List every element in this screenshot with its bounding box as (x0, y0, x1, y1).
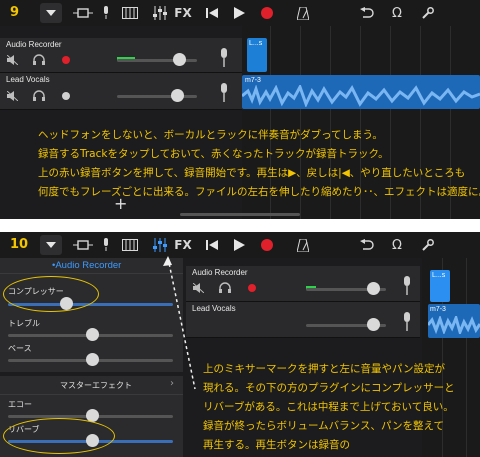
rewind-icon[interactable] (206, 236, 218, 254)
volume-knob[interactable] (367, 282, 380, 295)
keyboard-icon[interactable] (122, 4, 138, 22)
track-header-audio-recorder[interactable]: Audio Recorder (186, 266, 420, 302)
caption-line: 上のミキサーマークを押すと左に音量やパン設定が (203, 363, 446, 375)
metronome-icon[interactable] (296, 236, 310, 254)
play-icon[interactable] (233, 4, 245, 22)
undo-icon[interactable] (360, 236, 374, 254)
volume-knob[interactable] (173, 53, 186, 66)
caption-line: リバーブがある。これは中程まで上げておいて良い。 (203, 401, 454, 413)
record-button[interactable] (261, 239, 273, 251)
step10-panel: 10 FX Ω •Audio Recorder コンプレッサー トレブル ベース… (0, 232, 480, 457)
track-name: Lead Vocals (6, 75, 50, 84)
control-bar: 10 FX Ω (0, 232, 480, 258)
chevron-down-icon (45, 236, 57, 254)
caption-line: 上の赤い録音ボタンを押して、録音開始です。再生は▶、戻しは|◀、やり直したいとこ… (38, 167, 466, 179)
grid-line (466, 258, 467, 457)
home-indicator (180, 213, 300, 216)
mute-speaker-icon[interactable] (6, 54, 19, 68)
headphones-icon[interactable] (33, 90, 45, 104)
caption-line: ヘッドフォンをしないと、ボーカルとラックに伴奏音がダブってしまう。 (38, 129, 383, 141)
microphone-instrument-icon (402, 276, 412, 299)
mixer-icon[interactable] (151, 4, 169, 22)
caption-line: 録音が終ったらボリュームバランス、パンを整えて (203, 420, 444, 432)
volume-slider[interactable] (117, 95, 197, 98)
undo-icon[interactable] (360, 4, 374, 22)
loop-browser-icon[interactable]: Ω (390, 236, 404, 254)
highlight-circle (3, 276, 99, 312)
lead-vocals-region[interactable]: m7-3 (242, 75, 480, 109)
region-label: m7-3 (430, 306, 446, 313)
track-name: Audio Recorder (6, 40, 62, 49)
mixer-icon-active[interactable] (151, 236, 169, 254)
add-track-button[interactable]: + (114, 194, 127, 213)
settings-wrench-icon[interactable] (420, 4, 434, 22)
chevron-down-icon (45, 4, 57, 22)
pointer-arrow (163, 256, 196, 390)
microphone-instrument-icon (219, 48, 229, 71)
bass-label: ベース (8, 344, 32, 353)
loop-browser-icon[interactable]: Ω (390, 4, 404, 22)
region-label: L...s (249, 40, 263, 47)
microphone-instrument-icon (402, 312, 412, 335)
treble-label: トレブル (8, 319, 40, 328)
play-icon[interactable] (233, 236, 245, 254)
keyboard-icon[interactable] (122, 236, 138, 254)
mute-speaker-icon[interactable] (6, 90, 19, 104)
echo-label: エコー (8, 400, 32, 409)
track-header-lead-vocals[interactable]: Lead Vocals (186, 302, 420, 338)
metronome-icon[interactable] (296, 4, 310, 22)
lead-vocals-region[interactable]: m7-3 (428, 304, 480, 338)
step-number: 10 (10, 237, 29, 252)
waveform (242, 85, 480, 107)
volume-knob[interactable] (171, 89, 184, 102)
caption-line: 再生する。再生ボタンは録音の (203, 439, 350, 451)
microphone-icon[interactable] (100, 236, 112, 254)
track-header-lead-vocals[interactable]: Lead Vocals (0, 73, 242, 110)
record-enable-button[interactable] (62, 56, 70, 64)
headphones-icon[interactable] (219, 282, 231, 296)
microphone-instrument-icon (219, 83, 229, 106)
step-number: 9 (10, 5, 20, 20)
fx-button[interactable]: FX (174, 236, 191, 254)
tracks-view-icon[interactable] (72, 236, 94, 254)
volume-knob[interactable] (367, 318, 380, 331)
caption-line: 現れる。その下の方のプラグインにコンプレッサーと (203, 382, 455, 394)
bass-knob[interactable] (86, 353, 99, 366)
record-enable-button[interactable] (62, 92, 70, 100)
settings-wrench-icon[interactable] (420, 236, 434, 254)
region-label: m7-3 (245, 77, 261, 84)
waveform (428, 316, 480, 334)
highlight-circle (3, 418, 115, 454)
microphone-icon[interactable] (100, 4, 112, 22)
master-effect-label[interactable]: マスターエフェクト (60, 380, 132, 391)
treble-knob[interactable] (86, 328, 99, 341)
panel-title: •Audio Recorder (52, 260, 122, 271)
audio-recorder-region[interactable]: L...s (247, 38, 267, 72)
caption-line: 何度でもフレーズごとに出来る。ファイルの左右を伸したり縮めたり･･、エフェクトは… (38, 186, 480, 198)
rewind-icon[interactable] (206, 4, 218, 22)
tracks-view-icon[interactable] (72, 4, 94, 22)
record-enable-button[interactable] (248, 284, 256, 292)
record-button[interactable] (261, 7, 273, 19)
step9-panel: 9 FX Ω Audio Recorder Lead Vocals L...s … (0, 0, 480, 219)
separator (0, 394, 183, 395)
region-label: L...s (432, 272, 446, 279)
fx-button[interactable]: FX (174, 4, 191, 22)
control-bar: 9 FX Ω (0, 0, 480, 26)
panel-divider (0, 219, 480, 232)
track-header-audio-recorder[interactable]: Audio Recorder (0, 38, 242, 73)
audio-recorder-region[interactable]: L...s (430, 270, 450, 302)
caption-line: 録音するTrackをタップしておいて、赤くなったトラックが録音トラック。 (38, 148, 389, 160)
headphones-icon[interactable] (33, 54, 45, 68)
